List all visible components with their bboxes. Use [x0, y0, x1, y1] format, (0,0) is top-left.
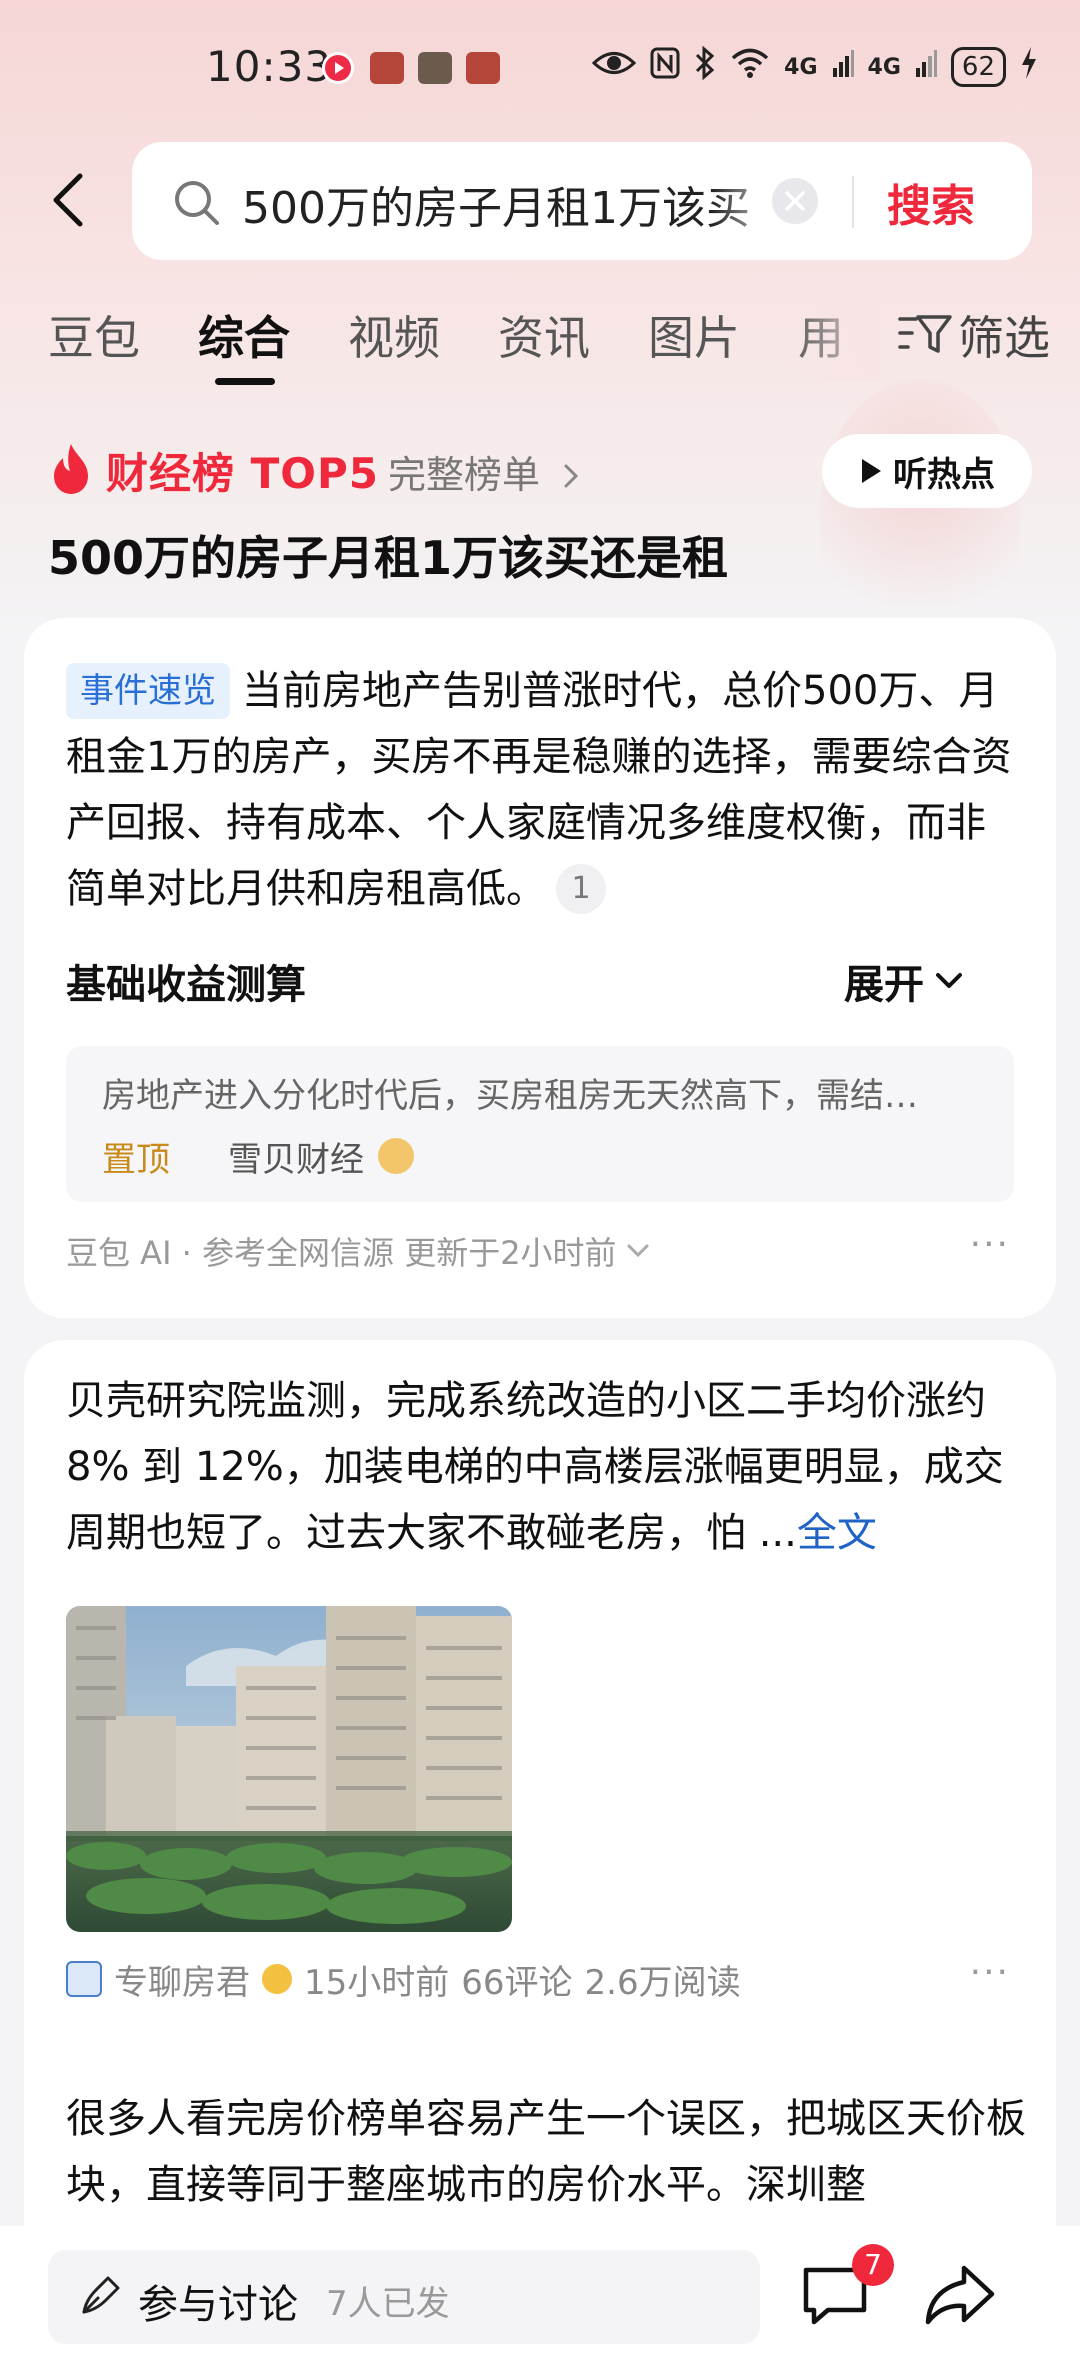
ranking-title[interactable]: 财经榜 TOP5 — [106, 440, 379, 501]
discuss-count: 7人已发 — [326, 2284, 450, 2324]
ai-footer-text: 豆包 AI · 参考全网信源 更新于2小时前 — [66, 1234, 617, 1272]
chevron-right-icon — [564, 464, 579, 488]
notification-shield-icon — [418, 52, 452, 84]
article-text[interactable]: 贝壳研究院监测，完成系统改造的小区二手均价涨约 8% 到 12%，加装电梯的中高… — [66, 1368, 1026, 1566]
source-preview[interactable]: 房地产进入分化时代后，买房租房无天然高下，需结… 置顶 雪贝财经 — [66, 1046, 1014, 1202]
expand-button[interactable]: 展开 — [844, 952, 964, 1010]
tab-general[interactable]: 综合 — [198, 302, 290, 368]
notification-app-icon — [322, 52, 354, 84]
wifi-icon — [730, 47, 770, 87]
search-box[interactable]: 500万的房子月租1万该买 搜索 — [132, 142, 1032, 260]
tab-doubao[interactable]: 豆包 — [48, 302, 140, 368]
tab-news[interactable]: 资讯 — [498, 302, 590, 368]
publish-time: 15小时前 — [304, 1962, 450, 2003]
pinned-label: 置顶 — [102, 1140, 170, 1180]
article-image[interactable] — [66, 1606, 512, 1932]
pen-icon — [82, 2276, 120, 2314]
full-ranking-label: 完整榜单 — [388, 453, 541, 497]
section-title: 基础收益测算 — [66, 962, 306, 1008]
search-icon — [175, 181, 219, 225]
tabs-fade — [790, 290, 880, 380]
author-avatar[interactable] — [66, 1961, 102, 1997]
notification-app-icon — [370, 52, 404, 84]
fire-icon — [54, 444, 88, 494]
search-submit-button[interactable]: 搜索 — [887, 170, 975, 234]
expand-label: 展开 — [844, 962, 924, 1008]
comment-count-badge: 7 — [852, 2244, 894, 2286]
filter-icon — [898, 315, 952, 353]
discuss-label: 参与讨论 — [138, 2282, 298, 2328]
hot-topic-title[interactable]: 500万的房子月租1万该买还是租 — [48, 522, 728, 588]
event-tag: 事件速览 — [66, 663, 230, 719]
bluetooth-icon — [694, 45, 716, 88]
read-full-link[interactable]: 全文 — [797, 1510, 877, 1556]
nfc-icon — [650, 47, 680, 87]
bottom-bar: 参与讨论 7人已发 7 — [0, 2226, 1080, 2376]
full-ranking-link[interactable]: 完整榜单 — [388, 444, 580, 499]
notification-app-icon — [466, 52, 500, 84]
chevron-down-icon — [936, 973, 962, 988]
comment-count: 66评论 — [461, 1962, 573, 2003]
article-text[interactable]: 很多人看完房价榜单容易产生一个误区，把城区天价板块，直接等同于整座城市的房价水平… — [66, 2086, 1026, 2218]
close-icon — [785, 191, 805, 211]
tab-images[interactable]: 图片 — [648, 302, 740, 368]
article-card: 贝壳研究院监测，完成系统改造的小区二手均价涨约 8% 到 12%，加装电梯的中高… — [24, 1340, 1056, 2376]
filter-button[interactable]: 筛选 — [898, 302, 1050, 368]
ai-summary: 事件速览 当前房地产告别普涨时代，总价500万、月租金1万的房产，买房不再是稳赚的… — [66, 658, 1016, 922]
charging-icon — [1020, 46, 1038, 88]
tab-video[interactable]: 视频 — [348, 302, 440, 368]
reference-badge[interactable]: 1 — [556, 864, 606, 914]
cellular-signal-1: 4G — [784, 54, 818, 80]
listen-hot-button[interactable]: 听热点 — [822, 434, 1032, 508]
more-options-icon[interactable]: ··· — [970, 1224, 1010, 1265]
article-ellipsis: ... — [758, 1510, 797, 1556]
search-divider — [852, 176, 854, 228]
search-input[interactable]: 500万的房子月租1万该买 — [242, 172, 772, 236]
decorative-flame — [820, 380, 1020, 640]
read-count: 2.6万阅读 — [584, 1962, 741, 2003]
ai-footer[interactable]: 豆包 AI · 参考全网信源 更新于2小时前 — [66, 1228, 651, 1274]
chevron-down-icon — [627, 1244, 649, 1258]
article-meta: 专聊房君 15小时前 66评论 2.6万阅读 — [66, 1954, 741, 2004]
active-tab-indicator — [215, 378, 275, 385]
discuss-input[interactable]: 参与讨论 7人已发 — [48, 2250, 760, 2344]
ai-summary-card: 事件速览 当前房地产告别普涨时代，总价500万、月租金1万的房产，买房不再是稳赚的… — [24, 618, 1056, 1318]
status-bar: 10:33 4G 4G 62 — [0, 0, 1080, 140]
source-snippet: 房地产进入分化时代后，买房租房无天然高下，需结… — [102, 1076, 918, 1116]
chevron-left-icon — [53, 173, 83, 227]
source-name: 雪贝财经 — [228, 1140, 364, 1180]
listen-hot-label: 听热点 — [893, 454, 995, 495]
back-button[interactable] — [38, 160, 98, 240]
battery-indicator: 62 — [950, 47, 1006, 87]
status-time: 10:33 — [206, 42, 333, 91]
more-options-icon[interactable]: ··· — [970, 1952, 1010, 1993]
clear-search-button[interactable] — [772, 178, 818, 224]
play-icon — [862, 459, 881, 483]
filter-label: 筛选 — [958, 311, 1050, 365]
source-verified-icon — [378, 1138, 414, 1174]
signal-bars-icon — [832, 48, 854, 86]
author-name[interactable]: 专聊房君 — [114, 1955, 250, 2004]
verified-badge-icon — [262, 1964, 292, 1994]
eye-comfort-icon — [591, 48, 637, 86]
cellular-signal-2: 4G — [867, 54, 901, 80]
share-icon — [925, 2265, 995, 2325]
category-tabs: 豆包 综合 视频 资讯 图片 用 筛选 — [0, 290, 1080, 390]
signal-bars-icon — [915, 48, 937, 86]
share-button[interactable] — [922, 2262, 998, 2332]
